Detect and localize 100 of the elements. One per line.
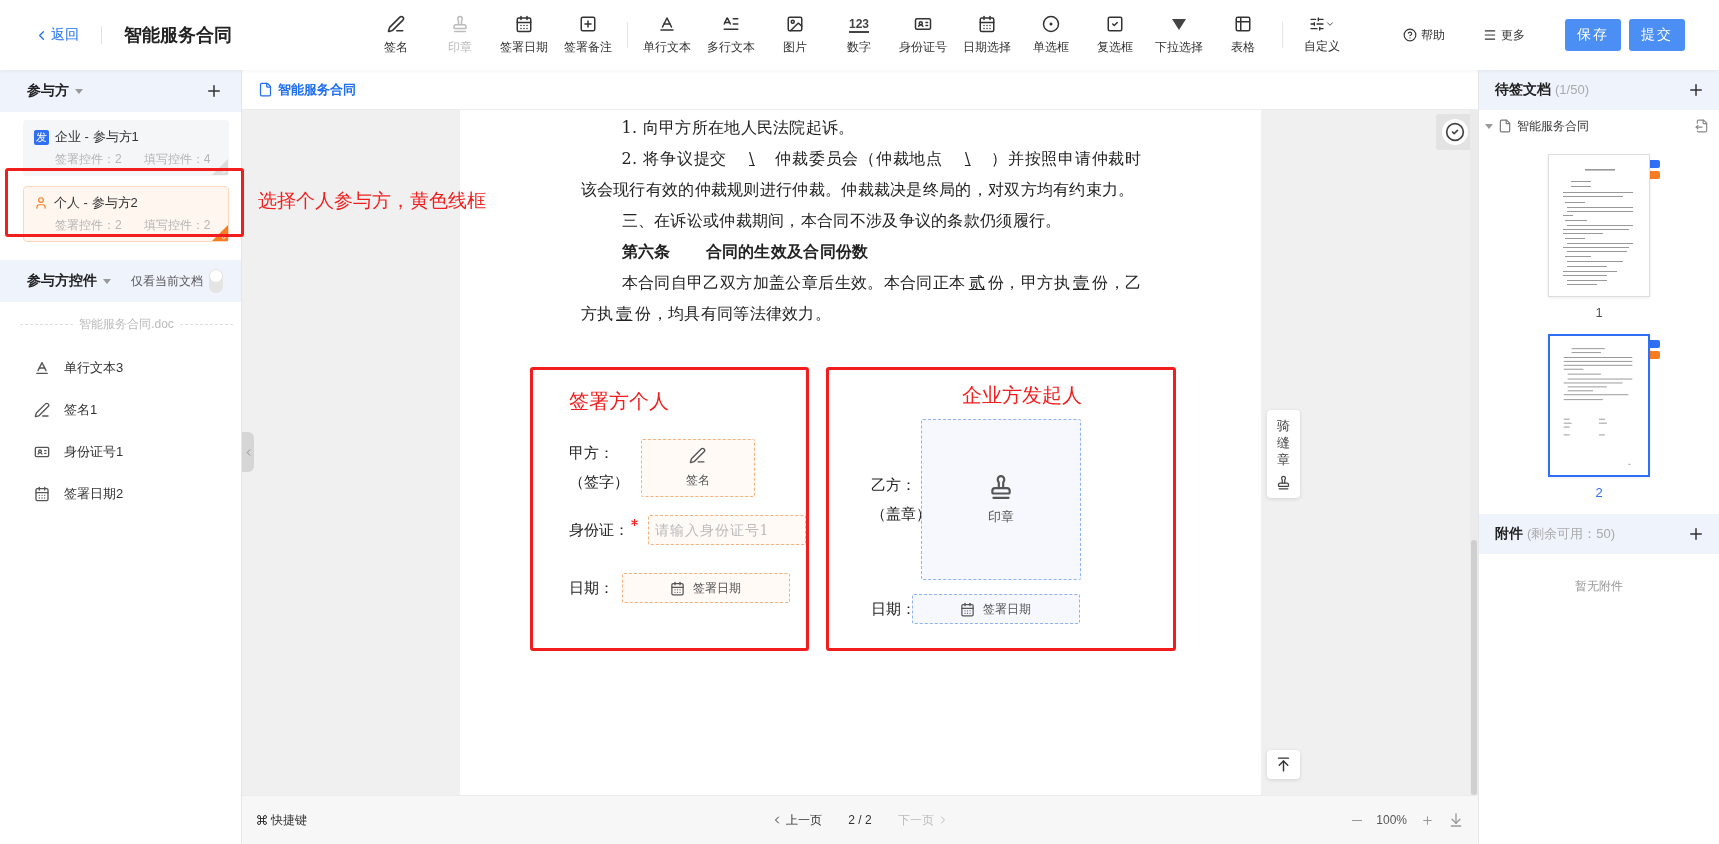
- initiator-badge: 发: [34, 129, 49, 145]
- radio-icon: [1042, 14, 1060, 33]
- plus-icon: [1687, 525, 1705, 543]
- pen-icon: [689, 447, 706, 464]
- help-icon: [1403, 28, 1417, 42]
- caret-icon: [1485, 123, 1493, 129]
- table-icon: [1234, 14, 1252, 33]
- zoom-level: 100%: [1376, 813, 1407, 827]
- toolbar-button[interactable]: 身份证号: [891, 14, 955, 56]
- seam-seal-button[interactable]: 骑缝章: [1267, 410, 1300, 498]
- back-to-top-button[interactable]: [1267, 750, 1300, 779]
- panel-title: 附件 (剩余可用：50): [1495, 525, 1616, 543]
- panel-title: 参与方: [27, 82, 69, 100]
- zoom-in-button[interactable]: [1421, 813, 1434, 827]
- field-label: （签字）: [568, 473, 630, 492]
- contract-paragraph: 2. 将争议提交 \ 仲裁委员会（仲裁地点 \ ）并按照申请仲裁时该会现行有效的仲裁规则进行仲裁。仲裁裁决是终局的，对双方均有约束力。: [580, 148, 1142, 201]
- control-label: 身份证号1: [64, 443, 124, 461]
- text-icon: [34, 360, 50, 376]
- collapse-handle[interactable]: [242, 432, 254, 472]
- control-item[interactable]: 身份证号1: [0, 431, 241, 473]
- page-thumbnail[interactable]: [1548, 334, 1650, 477]
- add-button[interactable]: [205, 82, 223, 100]
- shortcuts-link[interactable]: 快捷键: [256, 811, 772, 829]
- field-label: 日期：: [568, 578, 615, 598]
- participant-name: 个人 - 参与方2: [54, 194, 138, 212]
- annotation-label: 选择个人参与方，黄色线框: [258, 189, 486, 213]
- more-button[interactable]: 更多: [1477, 25, 1531, 45]
- contract-paragraph: 1. 向甲方所在地人民法院起诉。: [620, 117, 856, 139]
- participant-stat: 签署控件：2: [55, 151, 122, 168]
- panel-title: 参与方控件: [27, 272, 97, 290]
- toolbar-button[interactable]: 123 数字: [827, 14, 891, 56]
- document-tab[interactable]: 智能服务合同: [242, 70, 1478, 110]
- toolbar-button[interactable]: 多行文本: [699, 14, 763, 56]
- field-label: 身份证：: [568, 520, 648, 540]
- toolbar-button[interactable]: 单选框: [1019, 14, 1083, 56]
- contract-title: 智能服务合同: [124, 24, 232, 47]
- toggle-switch[interactable]: [209, 269, 223, 293]
- back-link[interactable]: 返回: [34, 26, 79, 44]
- plus-icon: [1687, 81, 1705, 99]
- file-icon: [258, 82, 273, 97]
- toolbar-button[interactable]: 表格: [1211, 14, 1275, 56]
- checkbox-icon: [1106, 14, 1124, 33]
- toolbar-button[interactable]: 签名: [364, 14, 428, 56]
- page-number: 2: [1595, 485, 1603, 500]
- control-label: 签署日期2: [64, 485, 124, 503]
- person-icon: [34, 196, 48, 210]
- toolbar-button[interactable]: 单行文本: [635, 14, 699, 56]
- toolbar-button[interactable]: 复选框: [1083, 14, 1147, 56]
- calendar-icon: [978, 14, 996, 33]
- control-label: 单行文本3: [64, 359, 124, 377]
- previous-page-link[interactable]: 上一页: [771, 811, 823, 829]
- id-input-field[interactable]: 请输入身份证号1: [647, 515, 806, 545]
- toolbar-button[interactable]: 日期选择: [955, 14, 1019, 56]
- calendar-icon: [515, 14, 533, 33]
- signature-field[interactable]: 签名: [640, 439, 755, 497]
- control-item[interactable]: 签署日期2: [0, 473, 241, 515]
- add-button[interactable]: [1687, 81, 1705, 99]
- control-item[interactable]: 签名1: [0, 389, 241, 431]
- add-button[interactable]: [1687, 525, 1705, 543]
- participant-card[interactable]: 发 企业 - 参与方1 签署控件：2 填写控件：4: [23, 120, 229, 176]
- help-button[interactable]: 帮助: [1397, 25, 1451, 45]
- empty-message: 暂无附件: [1574, 578, 1624, 595]
- toolbar-button[interactable]: 图片: [763, 14, 827, 56]
- field-label: 日期：: [870, 599, 912, 619]
- toolbar-button[interactable]: 下拉选择: [1147, 14, 1211, 56]
- plus-icon: [205, 82, 223, 100]
- participant-card[interactable]: 个人 - 参与方2 签署控件：2 填写控件：2: [23, 186, 229, 242]
- arrow-up-icon: [1275, 756, 1292, 773]
- control-label: 签名1: [64, 401, 98, 419]
- caret-icon: [75, 88, 83, 94]
- scrollbar[interactable]: [1470, 110, 1478, 795]
- toolbar-button[interactable]: 自定义: [1290, 15, 1354, 55]
- field-label: 甲方：: [568, 444, 615, 463]
- contract-paragraph: 三、在诉讼或仲裁期间，本合同不涉及争议的条款仍须履行。: [620, 210, 1063, 232]
- toolbar-button[interactable]: 签署备注: [556, 14, 620, 56]
- filter-label: 仅看当前文档: [131, 272, 203, 290]
- date-field[interactable]: 签署日期: [911, 594, 1080, 624]
- document-name: 智能服务合同.doc: [79, 316, 174, 333]
- contract-paragraph: 本合同自甲乙双方加盖公章后生效。本合同正本 贰 份，甲方执 壹 份，乙方执 壹 份，均具有同等法律效力。: [580, 272, 1142, 325]
- date-field[interactable]: 签署日期: [621, 573, 790, 603]
- pen-icon: [387, 14, 405, 33]
- page-number: 1: [1595, 305, 1603, 320]
- command-icon: [256, 814, 268, 826]
- menu-icon: [1483, 28, 1497, 42]
- fit-button[interactable]: [1448, 812, 1464, 828]
- field-label: （盖章）: [870, 504, 921, 524]
- panel-title: 待签文档 (1/50): [1495, 81, 1589, 99]
- participant-name: 企业 - 参与方1: [55, 128, 139, 146]
- control-item[interactable]: 单行文本3: [0, 347, 241, 389]
- minus-icon: [1352, 819, 1363, 821]
- participant-stat: 填写控件：2: [143, 217, 211, 234]
- participant-stat: 签署控件：2: [55, 217, 122, 234]
- file-action-icon[interactable]: [1695, 119, 1709, 133]
- calendar-icon: [960, 601, 975, 617]
- field-label: 乙方：: [870, 475, 917, 495]
- calendar-icon: [670, 580, 685, 596]
- toolbar-button[interactable]: 签署日期: [492, 14, 556, 56]
- annotation-label: 企业方发起人: [961, 383, 1082, 408]
- document-name[interactable]: 智能服务合同: [1517, 117, 1690, 135]
- calendar-icon: [34, 486, 50, 502]
